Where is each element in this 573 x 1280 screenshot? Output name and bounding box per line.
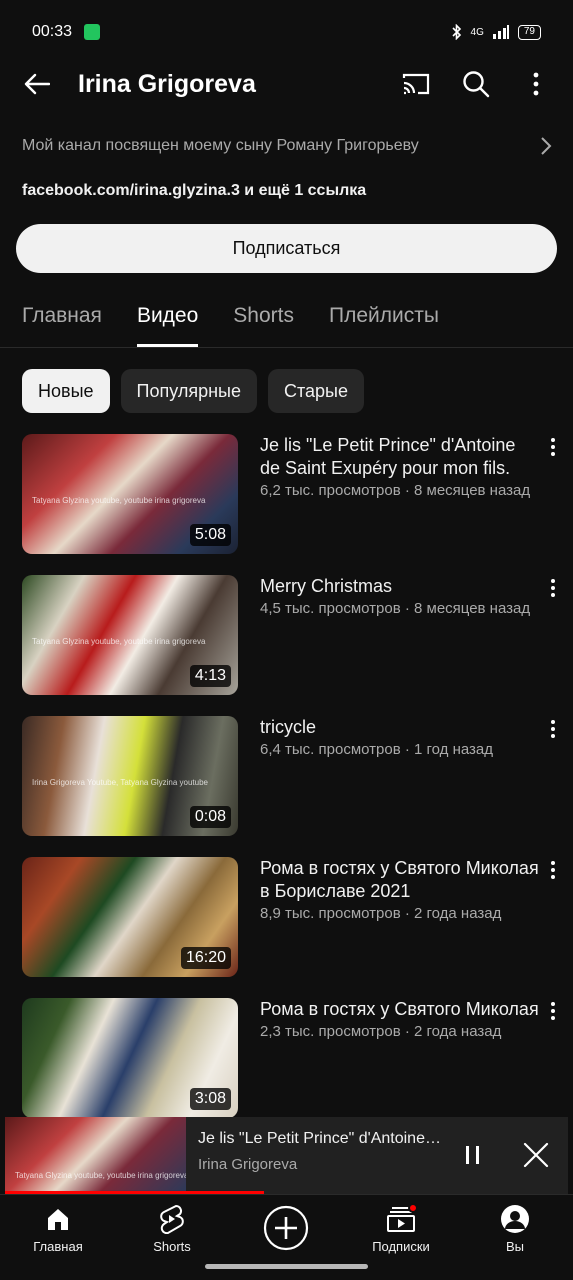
video-duration: 4:13 bbox=[189, 665, 231, 687]
video-more-button[interactable] bbox=[545, 859, 561, 881]
video-item[interactable]: Tatyana Glyzina youtube, youtube irina g… bbox=[0, 575, 573, 716]
cast-icon bbox=[402, 73, 430, 95]
channel-title: Irina Grigoreva bbox=[78, 69, 256, 98]
channel-tabs: Главная Видео Shorts Плейлисты bbox=[0, 290, 573, 348]
channel-description: Мой канал посвящен моему сыну Роману Гри… bbox=[22, 137, 419, 154]
more-options-button[interactable] bbox=[521, 69, 551, 99]
nav-shorts[interactable]: Shorts bbox=[122, 1201, 222, 1254]
video-item[interactable]: 16:20 Рома в гостях у Святого Миколая в … bbox=[0, 857, 573, 998]
video-duration: 0:08 bbox=[189, 806, 231, 828]
network-label: 4G bbox=[470, 26, 484, 38]
signal-icon bbox=[492, 25, 509, 39]
status-time: 00:33 bbox=[32, 23, 73, 40]
chip-popular[interactable]: Популярные bbox=[120, 369, 257, 413]
back-button[interactable] bbox=[22, 69, 52, 99]
sort-chips: Новые Популярные Старые bbox=[22, 369, 364, 413]
video-stats: 8,9 тыс. просмотров · 2 года назад bbox=[260, 905, 502, 922]
video-thumbnail[interactable]: 3:08 bbox=[22, 998, 238, 1118]
status-bar: 00:33 4G 79 bbox=[0, 0, 573, 64]
channel-description-row[interactable]: Мой канал посвящен моему сыну Роману Гри… bbox=[22, 136, 552, 156]
tab-home[interactable]: Главная bbox=[22, 290, 102, 347]
search-button[interactable] bbox=[461, 69, 491, 99]
app-header: Irina Grigoreva bbox=[0, 58, 573, 110]
video-duration: 16:20 bbox=[180, 947, 231, 969]
video-title[interactable]: Je lis "Le Petit Prince" d'Antoine de Sa… bbox=[260, 434, 540, 480]
pause-button[interactable] bbox=[457, 1139, 489, 1171]
video-duration: 3:08 bbox=[189, 1088, 231, 1110]
nav-create[interactable] bbox=[236, 1205, 336, 1251]
video-item[interactable]: Tatyana Glyzina youtube, youtube irina g… bbox=[0, 434, 573, 575]
video-duration: 5:08 bbox=[189, 524, 231, 546]
chip-oldest[interactable]: Старые bbox=[267, 369, 364, 413]
shorts-icon bbox=[160, 1204, 184, 1234]
video-item[interactable]: Irina Grigoreva Youtube, Tatyana Glyzina… bbox=[0, 716, 573, 857]
video-more-button[interactable] bbox=[545, 1000, 561, 1022]
nav-you-label: Вы bbox=[505, 1239, 524, 1254]
cast-button[interactable] bbox=[401, 69, 431, 99]
subscribe-button[interactable]: Подписаться bbox=[16, 224, 557, 273]
notification-dot bbox=[408, 1203, 418, 1213]
home-icon bbox=[48, 1209, 68, 1230]
video-title[interactable]: Рома в гостях у Святого Миколая в Борисл… bbox=[260, 857, 540, 903]
nav-you[interactable]: Вы bbox=[465, 1201, 565, 1254]
bluetooth-icon bbox=[451, 24, 461, 40]
thumbnail-watermark: Tatyana Glyzina youtube, youtube irina g… bbox=[15, 1170, 186, 1180]
thumbnail-watermark: Irina Grigoreva Youtube, Tatyana Glyzina… bbox=[32, 778, 208, 788]
home-indicator[interactable] bbox=[205, 1264, 368, 1269]
nav-subscriptions-label: Подписки bbox=[372, 1239, 430, 1254]
close-icon bbox=[523, 1142, 549, 1168]
nav-shorts-label: Shorts bbox=[153, 1239, 191, 1254]
mini-player-channel: Irina Grigoreva bbox=[198, 1156, 298, 1173]
tab-playlists[interactable]: Плейлисты bbox=[329, 290, 439, 347]
battery-icon: 79 bbox=[517, 24, 541, 40]
video-stats: 2,3 тыс. просмотров · 2 года назад bbox=[260, 1023, 502, 1040]
video-stats: 6,4 тыс. просмотров · 1 год назад bbox=[260, 741, 494, 758]
video-title[interactable]: Рома в гостях у Святого Миколая bbox=[260, 998, 540, 1021]
video-list: Tatyana Glyzina youtube, youtube irina g… bbox=[0, 434, 573, 1139]
video-more-button[interactable] bbox=[545, 577, 561, 599]
create-plus-icon bbox=[263, 1205, 309, 1251]
more-vertical-icon bbox=[533, 72, 539, 96]
mini-player[interactable]: Tatyana Glyzina youtube, youtube irina g… bbox=[5, 1117, 568, 1194]
avatar-icon bbox=[501, 1205, 529, 1233]
thumbnail-watermark: Tatyana Glyzina youtube, youtube irina g… bbox=[32, 637, 206, 647]
video-thumbnail[interactable]: Tatyana Glyzina youtube, youtube irina g… bbox=[22, 434, 238, 554]
channel-links[interactable]: facebook.com/irina.glyzina.3 и ещё 1 ссы… bbox=[22, 182, 366, 200]
video-title[interactable]: tricycle bbox=[260, 716, 540, 739]
status-icons: 4G 79 bbox=[451, 24, 541, 40]
video-thumbnail[interactable]: 16:20 bbox=[22, 857, 238, 977]
nav-home[interactable]: Главная bbox=[8, 1201, 108, 1254]
tab-videos[interactable]: Видео bbox=[136, 290, 199, 347]
video-stats: 6,2 тыс. просмотров · 8 месяцев назад bbox=[260, 482, 531, 499]
tab-shorts[interactable]: Shorts bbox=[233, 290, 294, 347]
video-thumbnail[interactable]: Irina Grigoreva Youtube, Tatyana Glyzina… bbox=[22, 716, 238, 836]
thumbnail-watermark: Tatyana Glyzina youtube, youtube irina g… bbox=[32, 496, 206, 506]
video-thumbnail[interactable]: Tatyana Glyzina youtube, youtube irina g… bbox=[22, 575, 238, 695]
nav-subscriptions[interactable]: Подписки bbox=[351, 1201, 451, 1254]
video-title[interactable]: Merry Christmas bbox=[260, 575, 540, 598]
search-icon bbox=[463, 71, 490, 98]
chip-newest[interactable]: Новые bbox=[22, 369, 110, 413]
video-more-button[interactable] bbox=[545, 718, 561, 740]
video-more-button[interactable] bbox=[545, 436, 561, 458]
mini-player-thumbnail[interactable]: Tatyana Glyzina youtube, youtube irina g… bbox=[5, 1117, 186, 1194]
chevron-right-icon bbox=[541, 137, 552, 155]
nav-home-label: Главная bbox=[33, 1239, 83, 1254]
pause-icon bbox=[466, 1146, 479, 1164]
video-stats: 4,5 тыс. просмотров · 8 месяцев назад bbox=[260, 600, 531, 617]
back-arrow-icon bbox=[24, 73, 50, 95]
wechat-notification-icon bbox=[84, 24, 101, 40]
mini-player-title[interactable]: Je lis "Le Petit Prince" d'Antoine de Sa… bbox=[198, 1130, 443, 1148]
close-button[interactable] bbox=[520, 1139, 552, 1171]
